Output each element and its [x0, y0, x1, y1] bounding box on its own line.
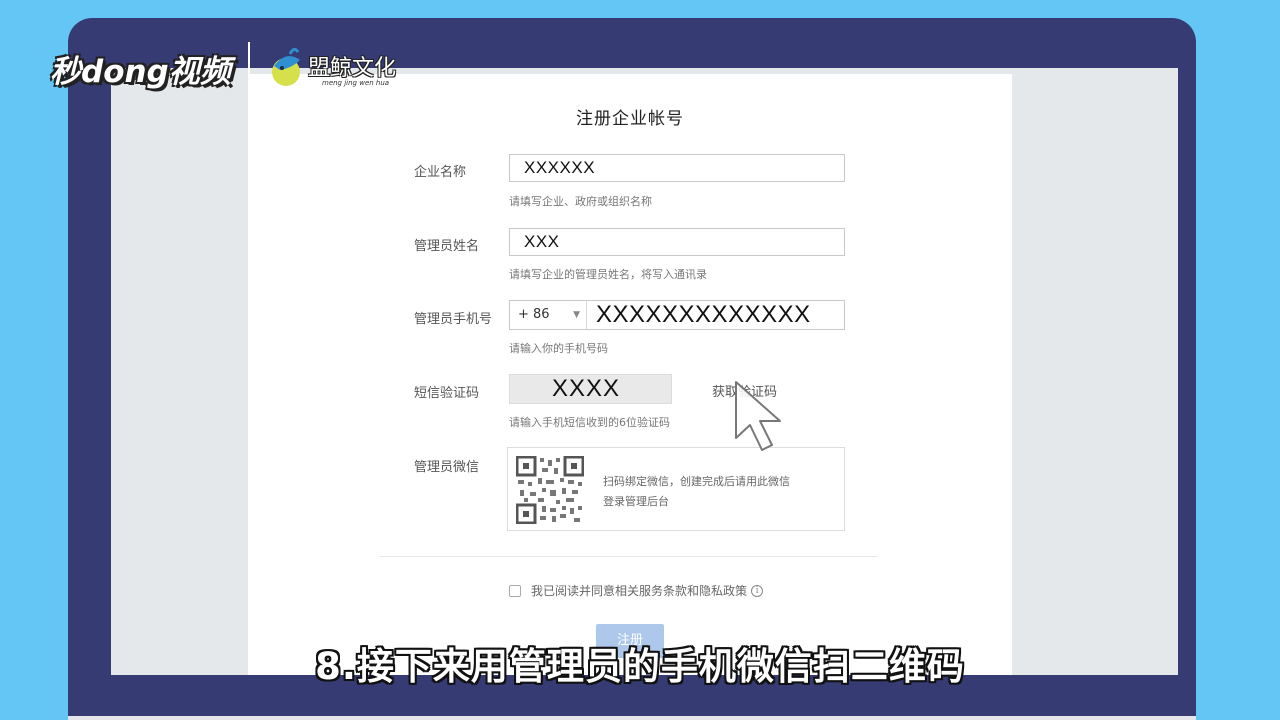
admin-phone-hint: 请输入你的手机号码: [509, 342, 608, 355]
company-name-input[interactable]: XXXXXX: [509, 154, 845, 182]
mengjing-logo-text: 盟鲸文化: [308, 56, 397, 81]
admin-phone-field: + 86 ▼ XXXXXXXXXXXXX: [509, 300, 845, 330]
admin-phone-label: 管理员手机号: [414, 312, 493, 327]
info-icon[interactable]: i: [751, 584, 764, 597]
admin-phone-input[interactable]: XXXXXXXXXXXXX: [587, 301, 844, 329]
registration-page: 注册企业帐号 企业名称 XXXXXX 请填写企业、政府或组织名称 管理员姓名 X…: [248, 74, 1012, 675]
whale-icon: [272, 47, 300, 86]
qr-code-icon[interactable]: [515, 455, 585, 525]
sms-code-input[interactable]: XXXX: [509, 374, 672, 404]
agreement-checkbox[interactable]: [509, 584, 521, 597]
company-name-label: 企业名称: [414, 165, 467, 180]
agreement-label: 我已阅读并同意相关服务条款和隐私政策: [531, 584, 748, 598]
page-title: 注册企业帐号: [576, 109, 684, 129]
admin-wechat-label: 管理员微信: [414, 460, 480, 475]
browser-viewport: 注册企业帐号 企业名称 XXXXXX 请填写企业、政府或组织名称 管理员姓名 X…: [111, 68, 1178, 675]
logo-separator: [248, 42, 250, 96]
country-code-select[interactable]: + 86 ▼: [510, 301, 587, 329]
mengjing-logo: 盟鲸文化 meng jing wen hua: [268, 46, 396, 94]
sms-code-hint: 请输入手机短信收到的6位验证码: [509, 416, 670, 429]
sms-code-label: 短信验证码: [414, 386, 480, 401]
admin-name-label: 管理员姓名: [414, 239, 480, 254]
video-subtitle: 8.接下来用管理员的手机微信扫二维码: [315, 645, 965, 688]
chevron-down-icon: ▼: [573, 310, 580, 320]
wechat-instructions-line2: 登录管理后台: [603, 495, 669, 508]
admin-name-input[interactable]: XXX: [509, 228, 845, 256]
admin-name-hint: 请填写企业的管理员姓名，将写入通讯录: [509, 268, 707, 281]
country-code-value: + 86: [518, 307, 550, 322]
monitor-base: [68, 716, 1196, 720]
mengjing-logo-pinyin: meng jing wen hua: [322, 79, 390, 87]
wechat-qr-panel: 扫码绑定微信，创建完成后请用此微信 登录管理后台: [507, 447, 845, 531]
wechat-instructions-line1: 扫码绑定微信，创建完成后请用此微信: [603, 475, 790, 488]
wechat-instructions: 扫码绑定微信，创建完成后请用此微信 登录管理后台: [603, 472, 790, 512]
form-divider: [380, 556, 878, 557]
miaodong-logo: 秒dong视频: [50, 54, 231, 90]
company-name-hint: 请填写企业、政府或组织名称: [509, 195, 652, 208]
mouse-cursor-icon: [735, 381, 781, 451]
agreement-row: 我已阅读并同意相关服务条款和隐私政策 i: [509, 582, 764, 599]
